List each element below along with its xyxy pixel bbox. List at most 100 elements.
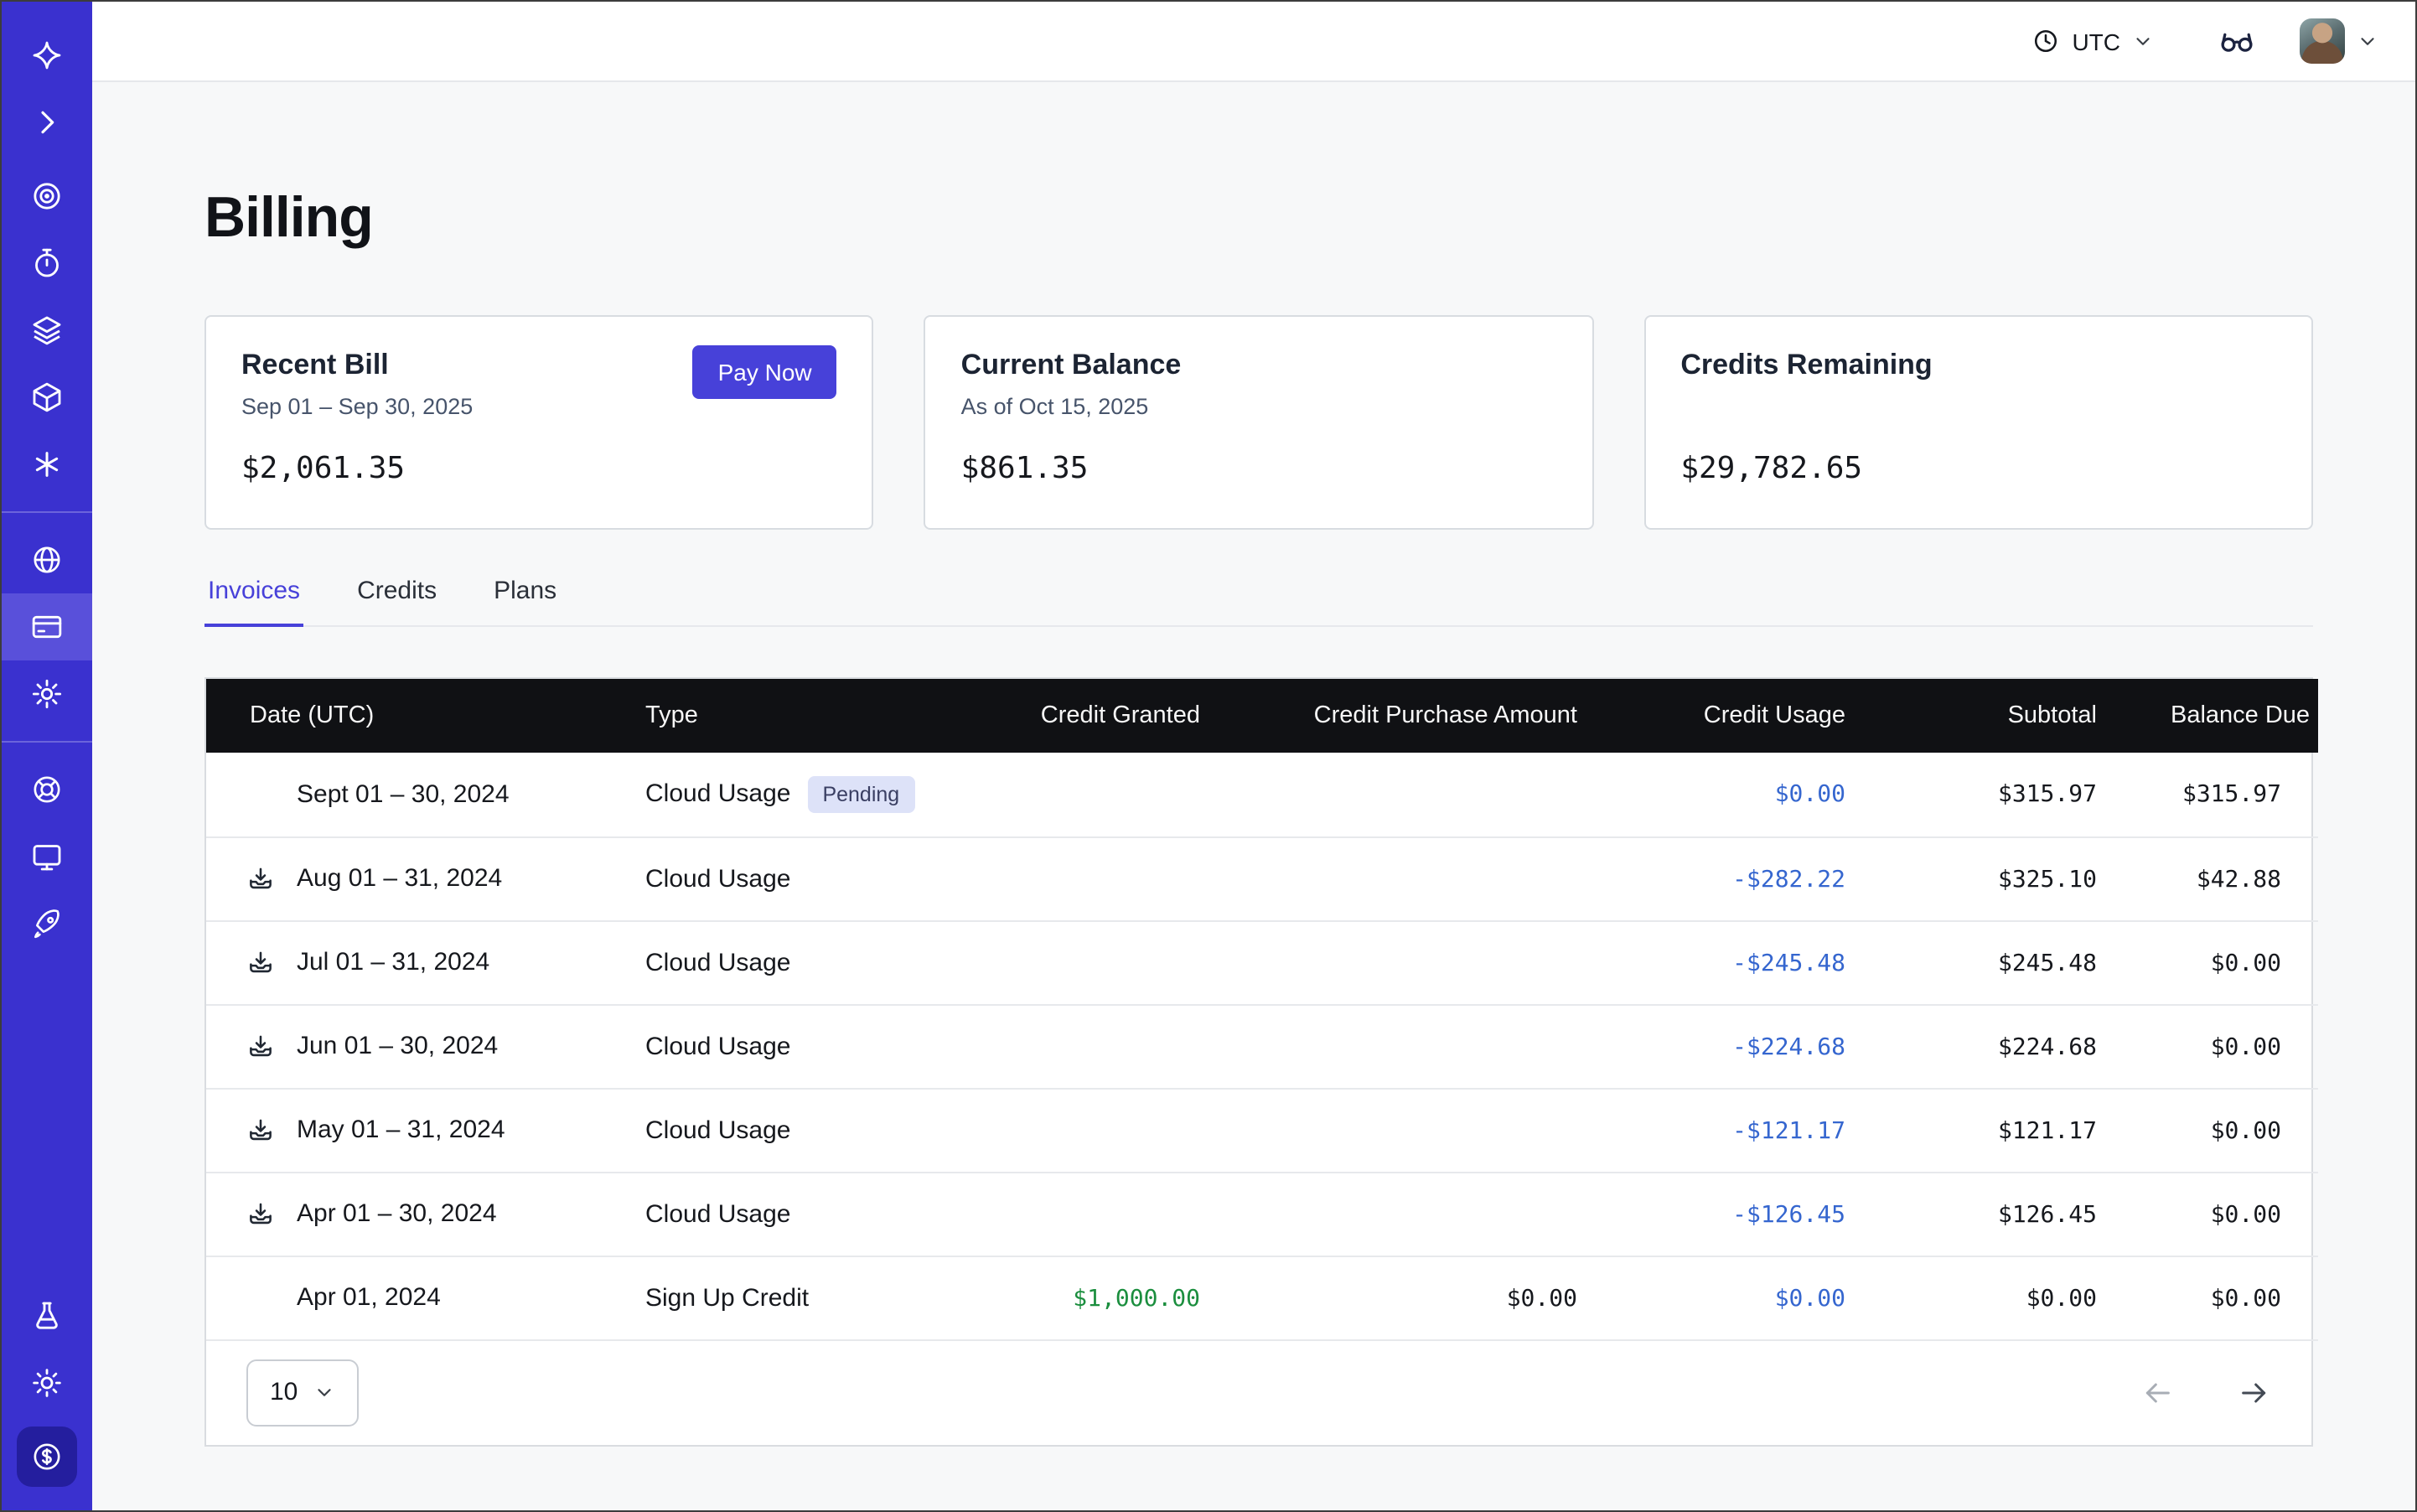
- rocket-icon: [30, 907, 64, 940]
- credit-purchase-amount-cell: [1237, 1004, 1614, 1088]
- sidebar-item-theme[interactable]: [2, 1349, 92, 1416]
- tab-invoices[interactable]: Invoices: [204, 577, 303, 627]
- credit-usage-cell: $0.00: [1614, 753, 1882, 836]
- sidebar-item-billing[interactable]: [2, 593, 92, 660]
- date-cell: Apr 01 – 30, 2024: [206, 1172, 608, 1256]
- sidebar-item-target[interactable]: [2, 163, 92, 230]
- page-size-select[interactable]: 10: [246, 1359, 358, 1426]
- credit-purchase-amount-cell: [1237, 1172, 1614, 1256]
- subtotal-value: $315.97: [1998, 782, 2097, 809]
- credit-usage-value: $0.00: [1775, 1285, 1845, 1312]
- download-invoice-icon[interactable]: [246, 949, 297, 977]
- sidebar-item-support[interactable]: [2, 756, 92, 823]
- subtotal-cell: $315.97: [1882, 753, 2134, 836]
- credit-purchase-amount-cell: $0.00: [1237, 1256, 1614, 1339]
- summary-cards: Recent Bill Sep 01 – Sep 30, 2025 $2,061…: [204, 315, 2313, 530]
- credit-card-icon: [30, 610, 64, 644]
- download-invoice-icon[interactable]: [246, 865, 297, 893]
- subtotal-value: $325.10: [1998, 866, 2097, 893]
- table-row: Apr 01 – 30, 2024Cloud Usage-$126.45$126…: [206, 1172, 2318, 1256]
- pagination: [2140, 1375, 2271, 1409]
- column-header-subtotal: Subtotal: [1882, 679, 2134, 753]
- subtotal-cell: $121.17: [1882, 1088, 2134, 1172]
- credit-granted-cell: [969, 1088, 1237, 1172]
- credit-purchase-amount-value: $0.00: [1507, 1285, 1577, 1312]
- credit-usage-value: -$245.48: [1732, 950, 1845, 976]
- credit-usage-cell: -$245.48: [1614, 920, 1882, 1004]
- sidebar-item-credits[interactable]: [17, 1427, 77, 1487]
- sidebar-item-cube[interactable]: [2, 364, 92, 431]
- balance-due-cell: $42.88: [2134, 836, 2318, 920]
- credit-usage-cell: -$126.45: [1614, 1172, 1882, 1256]
- sidebar-item-layers[interactable]: [2, 297, 92, 364]
- column-header-date: Date (UTC): [206, 679, 608, 753]
- invoice-date: May 01 – 31, 2024: [297, 1116, 505, 1145]
- sidebar-divider: [2, 511, 92, 513]
- credit-purchase-amount-cell: [1237, 920, 1614, 1004]
- credit-granted-cell: [969, 1172, 1237, 1256]
- logo-icon[interactable]: [2, 22, 92, 89]
- date-cell: Jul 01 – 31, 2024: [206, 920, 608, 1004]
- glasses-icon: [2218, 22, 2256, 60]
- column-header-credit-granted: Credit Granted: [969, 679, 1237, 753]
- cube-icon: [30, 381, 64, 414]
- sidebar-item-globe[interactable]: [2, 526, 92, 593]
- pay-now-button[interactable]: Pay Now: [693, 345, 837, 399]
- subtotal-cell: $325.10: [1882, 836, 2134, 920]
- credit-usage-cell: -$282.22: [1614, 836, 1882, 920]
- next-page-button[interactable]: [2238, 1375, 2271, 1409]
- sidebar-item-getting-started[interactable]: [2, 890, 92, 957]
- arrow-left-icon: [2140, 1375, 2174, 1409]
- type-cell: Cloud Usage: [608, 1088, 969, 1172]
- view-mode-button[interactable]: [2218, 22, 2256, 60]
- sidebar-item-timer[interactable]: [2, 230, 92, 297]
- download-invoice-icon[interactable]: [246, 1116, 297, 1145]
- tab-credits[interactable]: Credits: [354, 577, 440, 627]
- credit-usage-value: -$282.22: [1732, 866, 1845, 893]
- sidebar-expand-button[interactable]: [2, 89, 92, 156]
- balance-due-value: $0.00: [2211, 950, 2281, 976]
- flask-icon: [30, 1299, 64, 1333]
- credit-usage-cell: -$224.68: [1614, 1004, 1882, 1088]
- sidebar-item-settings[interactable]: [2, 660, 92, 728]
- credit-usage-cell: $0.00: [1614, 1256, 1882, 1339]
- table-row: May 01 – 31, 2024Cloud Usage-$121.17$121…: [206, 1088, 2318, 1172]
- credit-granted-cell: [969, 1004, 1237, 1088]
- invoice-type: Cloud Usage: [645, 1116, 790, 1144]
- sidebar: [2, 2, 92, 1510]
- type-cell: Cloud Usage: [608, 1172, 969, 1256]
- type-cell: Cloud UsagePending: [608, 753, 969, 836]
- recent-bill-amount: $2,061.35: [241, 451, 837, 486]
- timezone-selector[interactable]: UTC: [2031, 27, 2154, 55]
- balance-due-cell: $0.00: [2134, 1004, 2318, 1088]
- balance-due-cell: $315.97: [2134, 753, 2318, 836]
- download-invoice-icon[interactable]: [246, 1200, 297, 1229]
- sidebar-item-labs[interactable]: [2, 1282, 92, 1349]
- credit-granted-value: $1,000.00: [1073, 1285, 1200, 1312]
- invoice-type: Sign Up Credit: [645, 1283, 809, 1312]
- user-avatar: [2300, 18, 2345, 64]
- invoice-date: Apr 01, 2024: [297, 1284, 441, 1313]
- current-balance-card: Current Balance As of Oct 15, 2025 $861.…: [924, 315, 1594, 530]
- invoice-type: Cloud Usage: [645, 948, 790, 976]
- billing-page: Billing Recent Bill Sep 01 – Sep 30, 202…: [92, 82, 2415, 1510]
- type-cell: Cloud Usage: [608, 836, 969, 920]
- credit-usage-value: -$126.45: [1732, 1201, 1845, 1228]
- credits-remaining-amount: $29,782.65: [1680, 451, 2276, 486]
- type-cell: Cloud Usage: [608, 920, 969, 1004]
- download-invoice-icon[interactable]: [246, 1033, 297, 1061]
- tab-plans[interactable]: Plans: [490, 577, 560, 627]
- sidebar-item-console[interactable]: [2, 823, 92, 890]
- invoice-type: Cloud Usage: [645, 1032, 790, 1060]
- user-menu[interactable]: [2300, 18, 2378, 64]
- previous-page-button[interactable]: [2140, 1375, 2174, 1409]
- monitor-icon: [30, 840, 64, 873]
- target-icon: [30, 179, 64, 213]
- balance-due-value: $0.00: [2211, 1117, 2281, 1144]
- subtotal-value: $121.17: [1998, 1117, 2097, 1144]
- date-cell: Apr 01, 2024: [206, 1256, 608, 1339]
- balance-due-cell: $0.00: [2134, 1172, 2318, 1256]
- sidebar-item-asterisk[interactable]: [2, 431, 92, 498]
- credit-purchase-amount-cell: [1237, 753, 1614, 836]
- card-title: Credits Remaining: [1680, 349, 2276, 382]
